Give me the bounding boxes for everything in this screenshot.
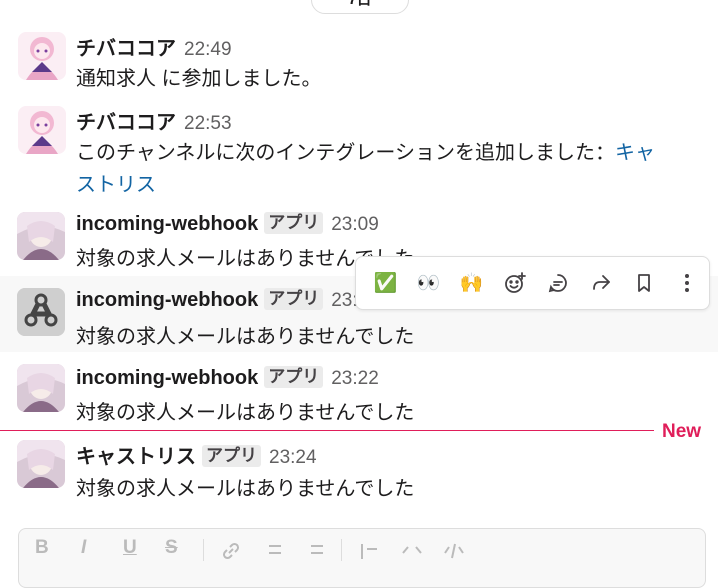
message-item[interactable]: チバココア 22:49 通知求人 に参加しました。 bbox=[0, 26, 718, 94]
author-name[interactable]: incoming-webhook bbox=[76, 289, 258, 311]
timestamp[interactable]: 22:53 bbox=[184, 113, 232, 134]
reply-in-thread-button[interactable] bbox=[536, 263, 579, 303]
message-item[interactable]: incoming-webhook アプリ 23:22 対象の求人メールはありませんで… bbox=[0, 356, 718, 426]
link-icon[interactable] bbox=[221, 541, 241, 561]
author-name[interactable]: incoming-webhook bbox=[76, 367, 258, 389]
avatar[interactable] bbox=[17, 212, 65, 260]
add-reaction-icon bbox=[504, 272, 526, 293]
avatar[interactable] bbox=[18, 106, 66, 154]
bulleted-list-icon[interactable] bbox=[303, 541, 325, 561]
toolbar-separator bbox=[341, 539, 342, 561]
message-item[interactable]: チバココア 22:53 このチャンネルに次のインテグレーションを追加しました：キャ… bbox=[0, 100, 718, 200]
bookmark-icon bbox=[637, 274, 650, 292]
timestamp[interactable]: 23:24 bbox=[269, 447, 317, 468]
avatar[interactable] bbox=[18, 32, 66, 80]
message-actions-toolbar: ✅ 👀 🙌 bbox=[355, 256, 710, 310]
italic-button[interactable]: I bbox=[81, 537, 86, 559]
integration-link[interactable]: キャ bbox=[615, 142, 655, 164]
author-name[interactable]: チバココア bbox=[76, 112, 176, 134]
eyes-icon: 👀 bbox=[416, 273, 441, 294]
date-divider-pill[interactable]: 7日 bbox=[311, 0, 409, 14]
share-icon bbox=[592, 275, 610, 290]
message-item[interactable]: キャストリス アプリ 23:24 対象の求人メールはありませんでした bbox=[0, 432, 718, 502]
timestamp[interactable]: 22:49 bbox=[184, 39, 232, 60]
check-mark-icon: ✅ bbox=[373, 273, 398, 294]
bold-button[interactable]: B bbox=[35, 537, 49, 559]
app-badge: アプリ bbox=[264, 212, 324, 234]
more-actions-button[interactable] bbox=[665, 263, 708, 303]
message-text: 対象の求人メールはありませんでした bbox=[76, 326, 415, 348]
raised-hands-icon: 🙌 bbox=[459, 273, 484, 294]
app-badge: アプリ bbox=[264, 366, 324, 388]
strikethrough-button[interactable]: S bbox=[165, 537, 178, 559]
save-for-later-button[interactable] bbox=[622, 263, 665, 303]
avatar[interactable] bbox=[17, 440, 65, 488]
ordered-list-icon[interactable] bbox=[261, 541, 283, 561]
reply-in-thread-icon bbox=[548, 274, 567, 293]
blockquote-icon[interactable] bbox=[359, 541, 379, 561]
timestamp[interactable]: 23:09 bbox=[331, 214, 379, 235]
timestamp[interactable]: 23:22 bbox=[331, 368, 379, 389]
code-block-icon[interactable] bbox=[443, 541, 465, 561]
message-composer[interactable]: B I U S bbox=[18, 528, 706, 588]
code-icon[interactable] bbox=[401, 541, 423, 561]
reaction-raised-hands-button[interactable]: 🙌 bbox=[450, 263, 493, 303]
new-messages-divider bbox=[0, 430, 654, 431]
message-text: 対象の求人メールはありませんでした bbox=[76, 402, 415, 424]
more-actions-icon bbox=[684, 274, 689, 292]
date-label: 7日 bbox=[348, 0, 371, 8]
app-badge: アプリ bbox=[264, 288, 324, 310]
reaction-eyes-button[interactable]: 👀 bbox=[407, 263, 450, 303]
add-reaction-button[interactable] bbox=[493, 263, 536, 303]
reaction-check-button[interactable]: ✅ bbox=[364, 263, 407, 303]
message-text: 対象の求人メールはありませんでした bbox=[76, 478, 415, 500]
share-message-button[interactable] bbox=[579, 263, 622, 303]
webhook-icon bbox=[17, 288, 65, 336]
integration-link-continued[interactable]: ストリス bbox=[76, 168, 156, 197]
message-text: 通知求人 に参加しました。 bbox=[76, 68, 322, 90]
avatar[interactable] bbox=[17, 364, 65, 412]
author-name[interactable]: incoming-webhook bbox=[76, 213, 258, 235]
underline-button[interactable]: U bbox=[123, 537, 137, 559]
avatar[interactable] bbox=[17, 288, 65, 336]
toolbar-separator bbox=[203, 539, 204, 561]
message-text: このチャンネルに次のインテグレーションを追加しました： bbox=[76, 142, 615, 164]
timestamp[interactable]: 23: bbox=[331, 290, 357, 311]
app-badge: アプリ bbox=[202, 445, 261, 467]
author-name[interactable]: キャストリス bbox=[76, 446, 196, 468]
author-name[interactable]: チバココア bbox=[76, 38, 176, 60]
